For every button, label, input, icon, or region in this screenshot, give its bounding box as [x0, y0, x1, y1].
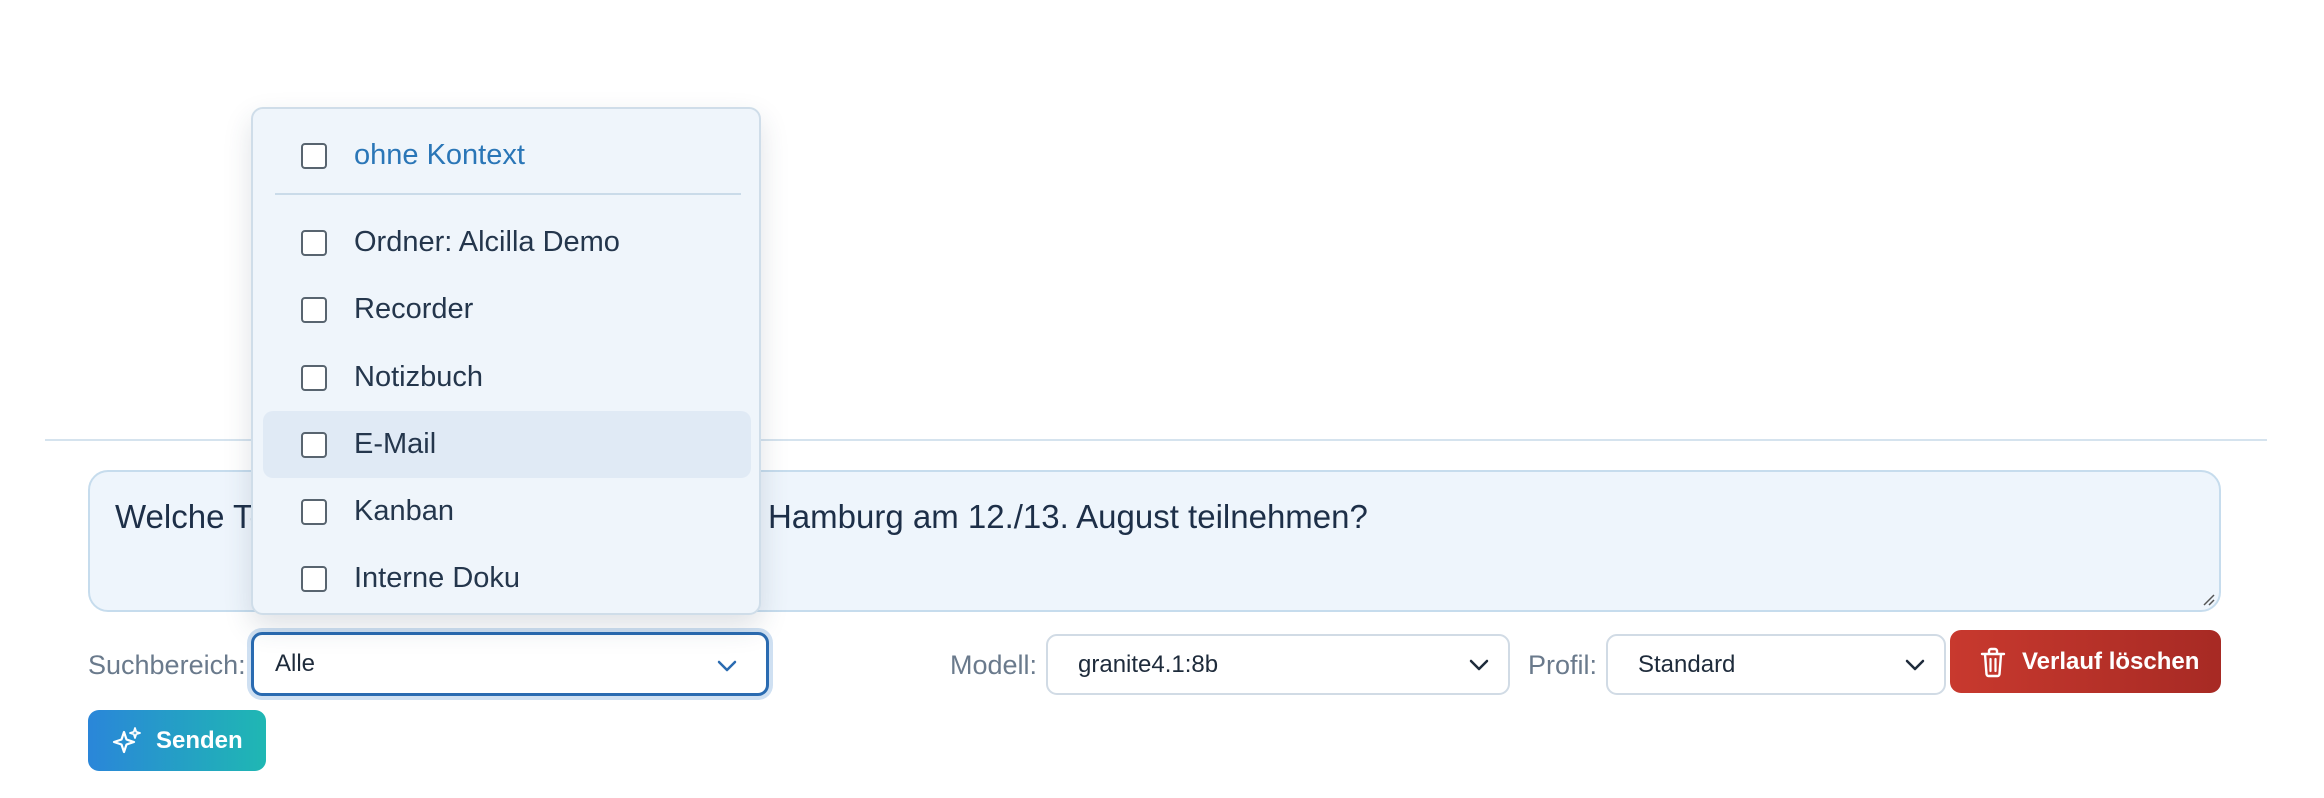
dropdown-divider — [275, 193, 741, 195]
search-scope-dropdown: ohne Kontext Ordner: Alcilla Demo Record… — [251, 107, 761, 615]
option-kanban[interactable]: Kanban — [263, 478, 751, 545]
checkbox[interactable] — [301, 364, 327, 391]
option-label: Ordner: Alcilla Demo — [354, 226, 620, 258]
option-label: ohne Kontext — [354, 139, 525, 171]
option-label: E-Mail — [354, 428, 437, 460]
option-recorder[interactable]: Recorder — [263, 276, 751, 343]
clear-history-button[interactable]: Verlauf löschen — [1950, 630, 2221, 693]
option-label: Interne Doku — [354, 562, 521, 594]
option-ohne-kontext[interactable]: ohne Kontext — [263, 122, 751, 189]
model-select[interactable]: granite4.1:8b — [1046, 634, 1510, 695]
chevron-down-icon — [717, 660, 737, 672]
search-scope-value: Alle — [275, 650, 316, 677]
send-button[interactable]: Senden — [88, 710, 266, 771]
option-interne-doku[interactable]: Interne Doku — [263, 545, 751, 612]
trash-icon — [1980, 647, 2006, 677]
chevron-down-icon — [1905, 659, 1925, 671]
search-scope-select[interactable]: Alle — [251, 632, 769, 696]
profile-value: Standard — [1638, 650, 1736, 678]
option-label: Notizbuch — [354, 361, 483, 393]
option-label: Kanban — [354, 495, 454, 527]
profile-select[interactable]: Standard — [1606, 634, 1946, 695]
search-scope-label: Suchbereich: — [88, 650, 246, 680]
chat-page: Welche Teilnehmer werden am Workshop in … — [0, 0, 2324, 798]
clear-history-label: Verlauf löschen — [2022, 647, 2200, 675]
profile-label: Profil: — [1528, 650, 1598, 680]
checkbox[interactable] — [301, 229, 327, 256]
checkbox[interactable] — [301, 142, 327, 169]
checkbox[interactable] — [301, 431, 327, 458]
model-value: granite4.1:8b — [1078, 650, 1219, 678]
checkbox[interactable] — [301, 296, 327, 323]
resize-handle-icon[interactable] — [2203, 594, 2215, 606]
option-ordner-alcilla-demo[interactable]: Ordner: Alcilla Demo — [263, 209, 751, 276]
checkbox[interactable] — [301, 498, 327, 525]
send-label: Senden — [156, 726, 243, 754]
chevron-down-icon — [1469, 659, 1489, 671]
model-label: Modell: — [950, 650, 1038, 680]
option-e-mail[interactable]: E-Mail — [263, 411, 751, 478]
option-notizbuch[interactable]: Notizbuch — [263, 344, 751, 411]
option-label: Recorder — [354, 293, 474, 325]
sparkles-icon — [112, 726, 141, 753]
checkbox[interactable] — [301, 565, 327, 592]
